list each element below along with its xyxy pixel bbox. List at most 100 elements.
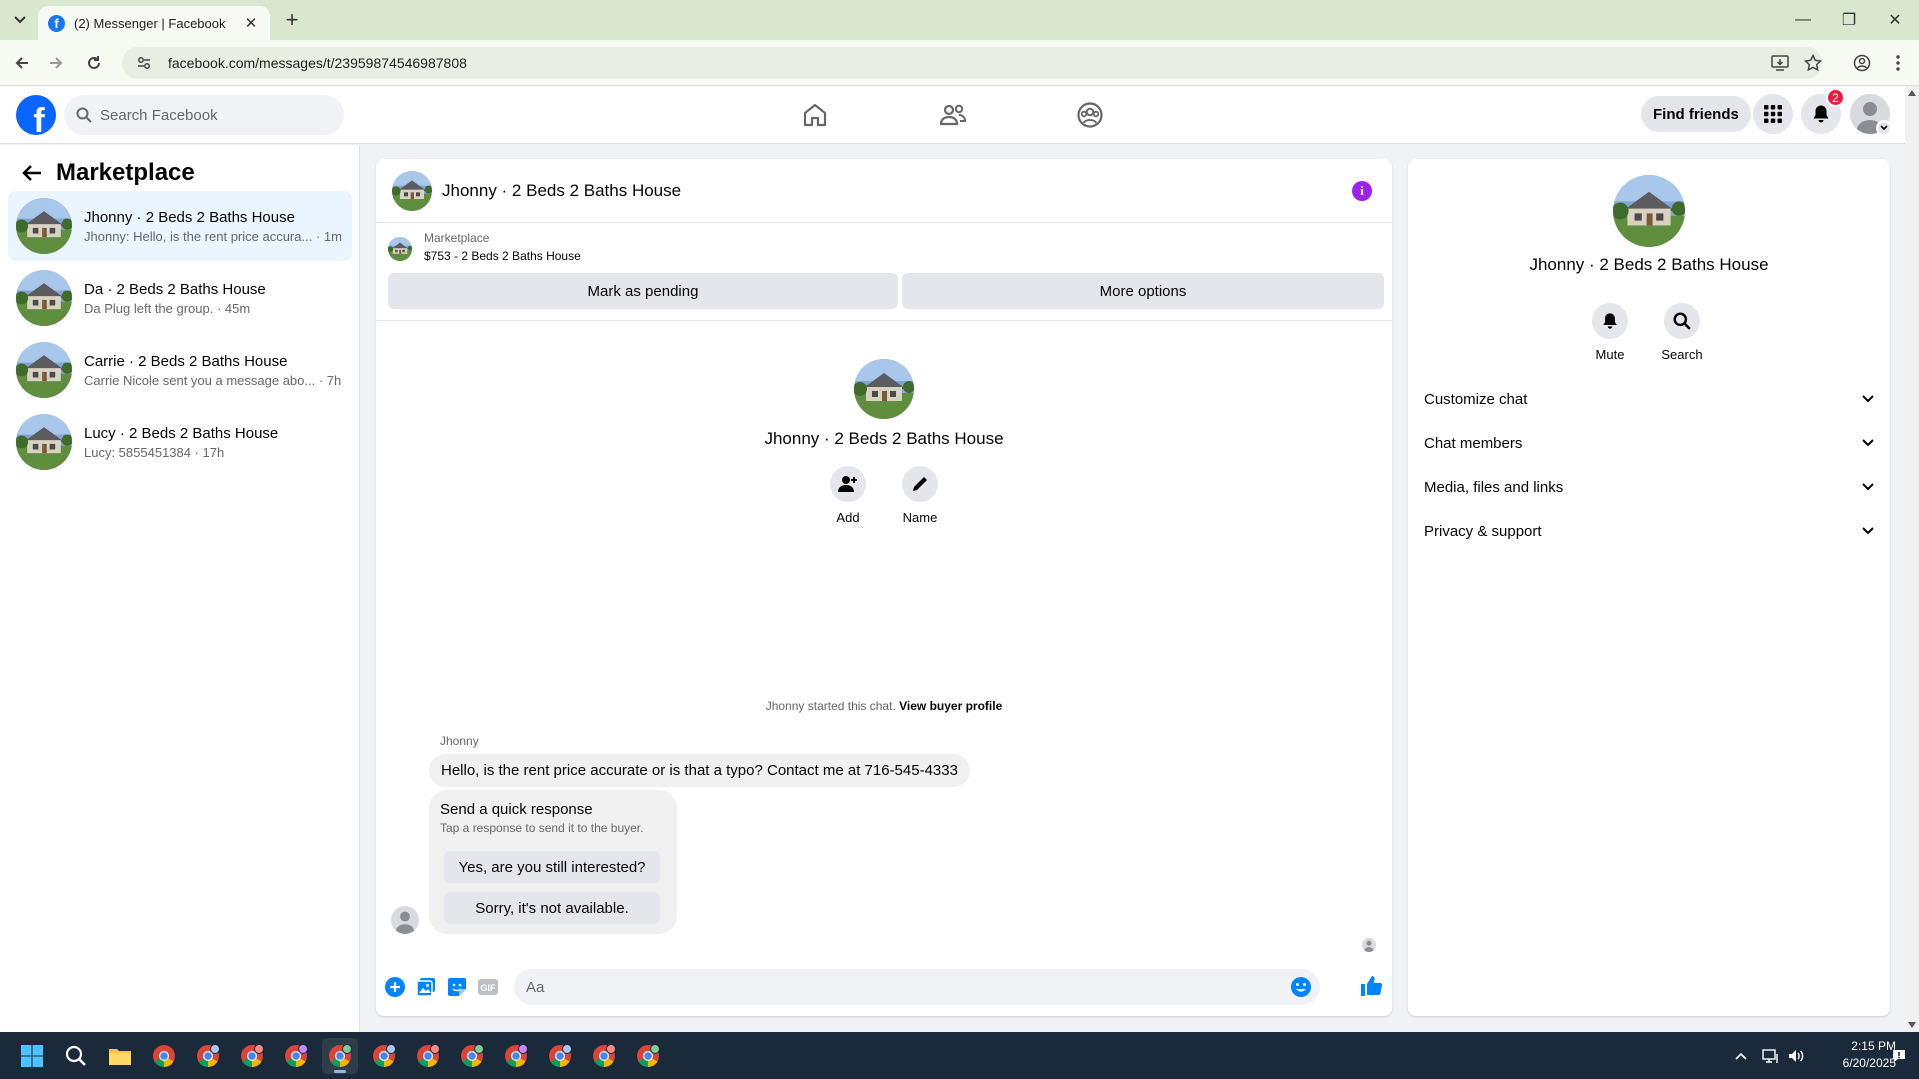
page-scrollbar[interactable] [1905, 86, 1919, 1032]
back-to-chats-button[interactable] [16, 157, 48, 189]
conversation-item[interactable]: Carrie · 2 Beds 2 Baths House Carrie Nic… [8, 335, 352, 405]
new-tab-button[interactable]: + [280, 8, 304, 32]
chrome-profile-icon [241, 1044, 264, 1067]
more-options-button[interactable]: More options [902, 273, 1384, 309]
listing-thumbnail[interactable] [388, 237, 412, 261]
close-tab-icon[interactable]: ✕ [242, 14, 260, 32]
privacy-support-section[interactable]: Privacy & support [1416, 511, 1882, 551]
facebook-search-input[interactable] [100, 106, 320, 124]
chrome-profile-button[interactable] [190, 1038, 226, 1074]
edit-name-button[interactable]: Name [890, 466, 950, 525]
scroll-down-arrow-icon[interactable] [1908, 1022, 1916, 1028]
details-avatar[interactable] [1613, 175, 1685, 247]
facebook-logo-icon[interactable]: f [16, 95, 56, 135]
friends-nav-button[interactable] [933, 95, 973, 135]
facebook-top-nav: f Find friends 2 [0, 86, 1905, 144]
chrome-profile-button-active[interactable] [322, 1038, 358, 1074]
groups-nav-button[interactable] [1070, 95, 1110, 135]
chrome-profile-icon [505, 1044, 528, 1067]
sticker-button[interactable] [446, 976, 468, 998]
conversation-name: Lucy · 2 Beds 2 Baths House [84, 424, 279, 442]
message-composer: GIF [376, 959, 1392, 1015]
tab-search-button[interactable] [8, 9, 32, 31]
start-button[interactable] [14, 1038, 50, 1074]
show-hidden-icons-button[interactable] [1731, 1046, 1751, 1066]
chrome-profile-icon [593, 1044, 616, 1067]
facebook-favicon-icon: f [48, 14, 65, 32]
chat-header-name[interactable]: Jhonny · 2 Beds 2 Baths House [442, 181, 681, 201]
chrome-profile-button[interactable] [630, 1038, 666, 1074]
more-actions-button[interactable] [384, 976, 406, 998]
conversation-details-panel: Jhonny · 2 Beds 2 Baths House Mute Searc… [1408, 159, 1890, 1016]
restore-button[interactable]: ❐ [1826, 0, 1872, 40]
chrome-profile-button[interactable] [366, 1038, 402, 1074]
gif-button[interactable]: GIF [477, 976, 499, 998]
conversation-info-icon[interactable]: i [1352, 181, 1372, 201]
house-thumbnail [16, 414, 72, 470]
menu-button[interactable] [1753, 94, 1793, 134]
browser-menu-icon[interactable] [1886, 51, 1910, 75]
minimize-button[interactable]: — [1780, 0, 1826, 40]
install-app-icon[interactable] [1768, 51, 1792, 75]
mute-button[interactable]: Mute [1574, 303, 1646, 362]
chrome-profile-icon [417, 1044, 440, 1067]
search-icon [1673, 312, 1691, 330]
reload-button[interactable] [82, 51, 106, 75]
conversation-item[interactable]: Lucy · 2 Beds 2 Baths House Lucy: 585545… [8, 407, 352, 477]
profile-icon[interactable] [1850, 51, 1874, 75]
conversation-item[interactable]: Da · 2 Beds 2 Baths House Da Plug left t… [8, 263, 352, 333]
details-name: Jhonny · 2 Beds 2 Baths House [1529, 255, 1769, 274]
chrome-profile-icon [285, 1044, 308, 1067]
chat-header: Jhonny · 2 Beds 2 Baths House i [376, 159, 1392, 223]
volume-icon[interactable] [1786, 1046, 1806, 1066]
browser-tab-messenger[interactable]: f (2) Messenger | Facebook ✕ [38, 6, 270, 40]
chrome-profile-button[interactable] [498, 1038, 534, 1074]
home-nav-button[interactable] [795, 95, 835, 135]
customize-chat-section[interactable]: Customize chat [1416, 379, 1882, 419]
close-window-button[interactable]: ✕ [1872, 0, 1918, 40]
incoming-message-bubble[interactable]: Hello, is the rent price accurate or is … [429, 754, 970, 787]
chrome-button[interactable] [146, 1038, 182, 1074]
taskbar-search-button[interactable] [58, 1038, 94, 1074]
view-buyer-profile-link[interactable]: View buyer profile [899, 699, 1002, 713]
file-explorer-button[interactable] [102, 1038, 138, 1074]
sender-avatar[interactable] [391, 906, 419, 934]
network-icon[interactable] [1761, 1046, 1781, 1066]
emoji-button[interactable] [1290, 976, 1312, 998]
message-input-box[interactable] [514, 969, 1320, 1005]
add-people-button[interactable]: Add [818, 466, 878, 525]
message-input[interactable] [526, 978, 1266, 996]
send-like-button[interactable] [1358, 973, 1384, 999]
chat-header-avatar[interactable] [392, 171, 432, 211]
chrome-profile-button[interactable] [234, 1038, 270, 1074]
notification-center-icon[interactable] [1889, 1046, 1909, 1066]
chat-members-section[interactable]: Chat members [1416, 423, 1882, 463]
notification-badge: 2 [1826, 88, 1845, 107]
chrome-profile-button[interactable] [278, 1038, 314, 1074]
media-files-links-section[interactable]: Media, files and links [1416, 467, 1882, 507]
back-button[interactable] [10, 51, 34, 75]
chrome-profile-button[interactable] [586, 1038, 622, 1074]
facebook-search[interactable] [64, 95, 344, 135]
address-bar[interactable]: facebook.com/messages/t/2395987454698780… [122, 47, 1822, 79]
mark-as-pending-button[interactable]: Mark as pending [388, 273, 898, 309]
scroll-up-arrow-icon[interactable] [1908, 90, 1916, 96]
conversation-item[interactable]: Jhonny · 2 Beds 2 Baths House Jhonny: He… [8, 191, 352, 261]
forward-button[interactable] [44, 51, 68, 75]
emoji-icon [1291, 977, 1311, 997]
quick-response-option[interactable]: Yes, are you still interested? [444, 851, 660, 883]
site-settings-icon[interactable] [136, 55, 152, 71]
search-in-conversation-button[interactable]: Search [1646, 303, 1718, 362]
find-friends-button[interactable]: Find friends [1641, 96, 1751, 132]
chrome-profile-button[interactable] [454, 1038, 490, 1074]
listing-price-title[interactable]: $753 - 2 Beds 2 Baths House [424, 249, 581, 263]
bookmark-star-icon[interactable] [1801, 51, 1825, 75]
system-clock[interactable]: 2:15 PM 6/20/2025 [1806, 1038, 1896, 1072]
friends-icon [939, 104, 967, 126]
chrome-profile-icon [549, 1044, 572, 1067]
quick-response-option[interactable]: Sorry, it's not available. [444, 892, 660, 924]
account-chevron-icon[interactable] [1876, 120, 1892, 136]
attach-photo-button[interactable] [415, 976, 437, 998]
chrome-profile-button[interactable] [542, 1038, 578, 1074]
chrome-profile-button[interactable] [410, 1038, 446, 1074]
